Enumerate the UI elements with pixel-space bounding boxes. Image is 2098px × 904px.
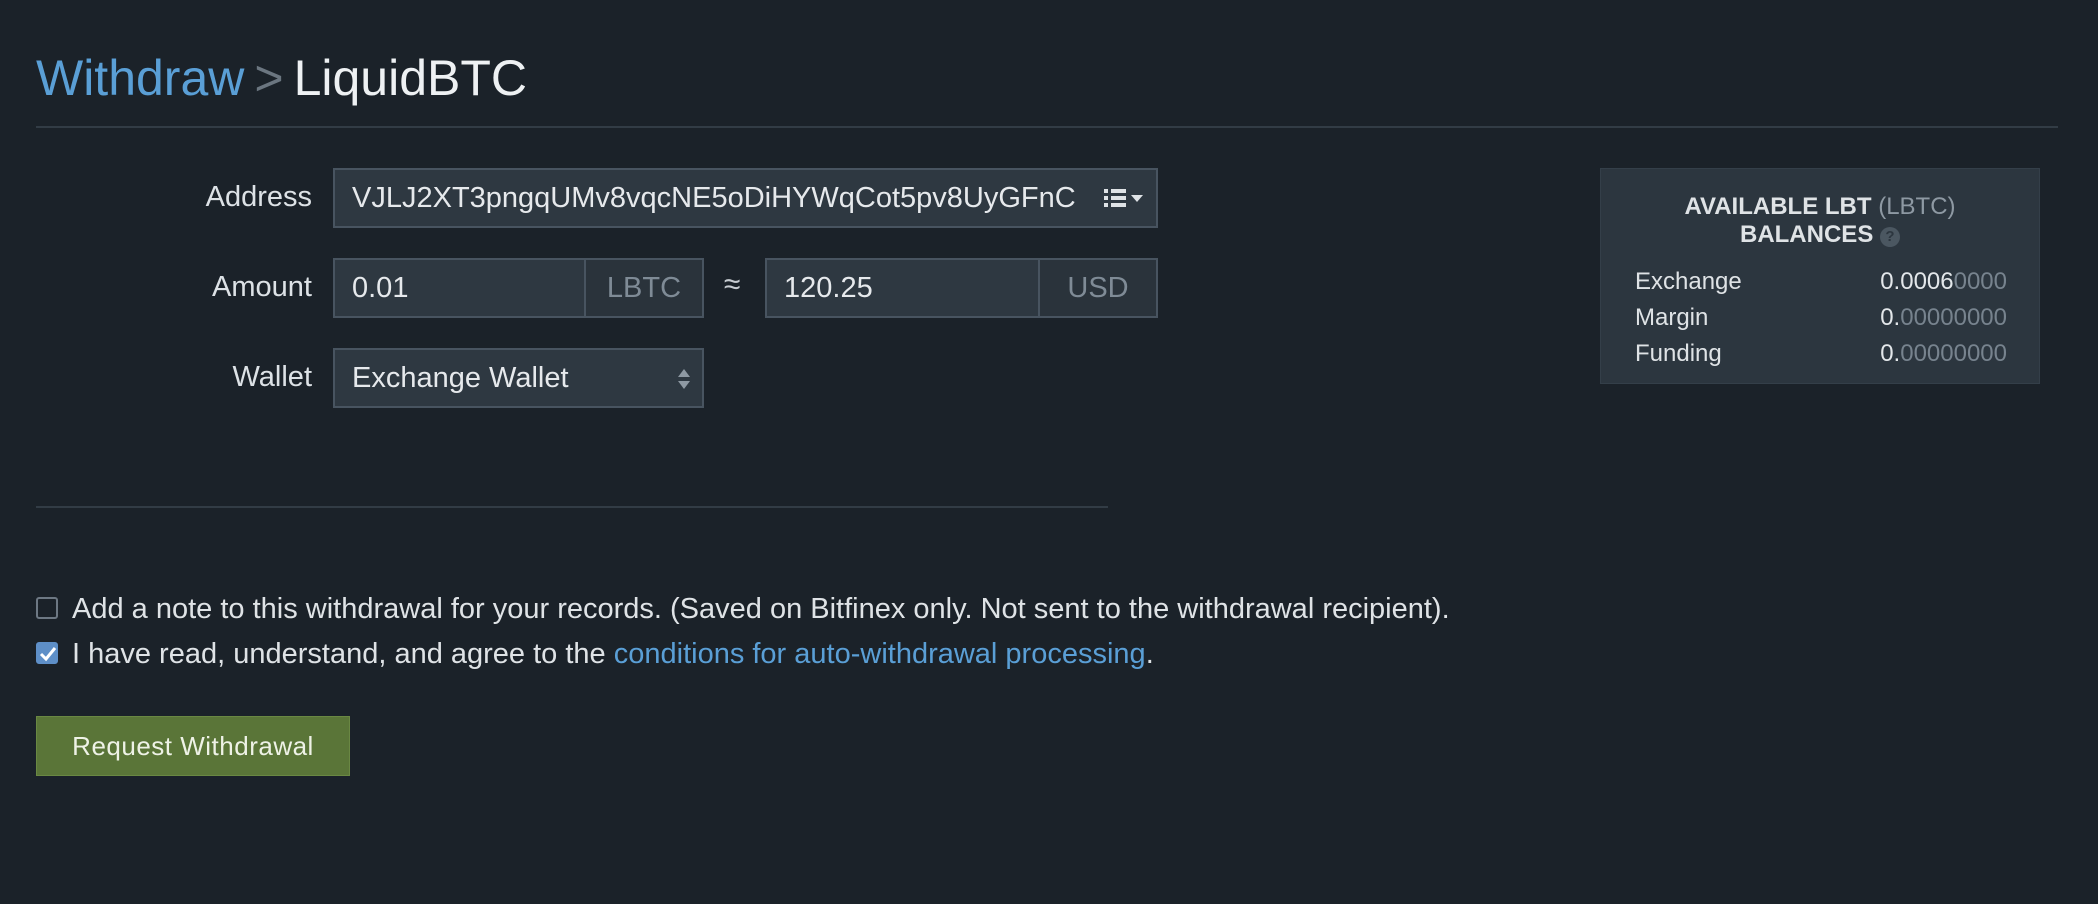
balances-title-line2: BALANCES xyxy=(1739,221,1874,248)
balance-label: Margin xyxy=(1635,304,1709,331)
form-divider xyxy=(36,506,1108,508)
address-label: Address xyxy=(205,181,312,213)
breadcrumb-separator: > xyxy=(254,50,284,106)
balances-title: AVAILABLE LBT (LBTC) BALANCES ? xyxy=(1601,193,2039,249)
address-field[interactable]: VJLJ2XT3pngqUMv8vqcNE5oDiHYWqCot5pv8UyGF… xyxy=(333,168,1158,228)
checkmark-icon xyxy=(39,647,57,662)
page-title: LiquidBTC xyxy=(293,50,528,106)
balances-panel: AVAILABLE LBT (LBTC) BALANCES ? Exchange… xyxy=(1600,168,2040,384)
note-checkbox-label: Add a note to this withdrawal for your r… xyxy=(72,593,1450,625)
note-checkbox[interactable] xyxy=(36,597,58,619)
amount-unit-addon: LBTC xyxy=(584,260,702,316)
agree-checkbox[interactable] xyxy=(36,642,58,664)
balances-title-main: AVAILABLE LBT xyxy=(1684,193,1872,220)
balance-label: Funding xyxy=(1635,340,1722,367)
wallet-selected-value: Exchange Wallet xyxy=(352,362,569,394)
agree-checkbox-label: I have read, understand, and agree to th… xyxy=(72,634,1154,674)
conditions-link[interactable]: conditions for auto-withdrawal processin… xyxy=(614,638,1146,670)
usd-field[interactable]: 120.25 USD xyxy=(765,258,1158,318)
agree-text-before: I have read, understand, and agree to th… xyxy=(72,638,614,670)
amount-label: Amount xyxy=(212,271,312,303)
usd-unit-addon: USD xyxy=(1038,260,1156,316)
breadcrumb: Withdraw > LiquidBTC xyxy=(36,48,527,108)
help-icon[interactable]: ? xyxy=(1880,227,1900,247)
balance-value: 0.00000000 xyxy=(1880,340,2007,367)
approx-symbol: ≈ xyxy=(724,268,741,301)
address-list-icon[interactable] xyxy=(1102,184,1148,212)
balance-label: Exchange xyxy=(1635,268,1742,295)
balance-value: 0.00000000 xyxy=(1880,304,2007,331)
wallet-label: Wallet xyxy=(232,361,313,393)
amount-field[interactable]: 0.01 LBTC xyxy=(333,258,704,318)
balance-value: 0.00060000 xyxy=(1880,268,2007,295)
agree-text-after: . xyxy=(1145,638,1154,670)
wallet-select[interactable]: Exchange Wallet xyxy=(333,348,704,408)
select-arrows-icon xyxy=(676,366,692,390)
balances-title-ticker: (LBTC) xyxy=(1878,193,1956,220)
usd-input[interactable]: 120.25 xyxy=(784,260,873,316)
address-input[interactable]: VJLJ2XT3pngqUMv8vqcNE5oDiHYWqCot5pv8UyGF… xyxy=(352,170,1097,226)
amount-input[interactable]: 0.01 xyxy=(352,260,408,316)
balance-row-exchange: Exchange 0.00060000 xyxy=(1635,267,2007,297)
breadcrumb-withdraw-link[interactable]: Withdraw xyxy=(36,50,244,106)
balance-row-funding: Funding 0.00000000 xyxy=(1635,339,2007,369)
header-divider xyxy=(36,126,2058,128)
request-withdrawal-button[interactable]: Request Withdrawal xyxy=(36,716,350,776)
balance-row-margin: Margin 0.00000000 xyxy=(1635,303,2007,333)
